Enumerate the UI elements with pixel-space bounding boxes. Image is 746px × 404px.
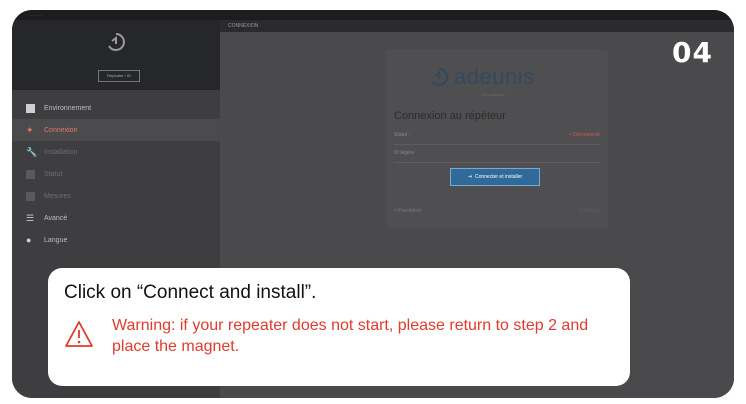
sidebar-item-environnement[interactable]: Environnement: [12, 97, 220, 119]
sidebar-nav: Environnement ✦ Connexion 🔧 Installation…: [12, 97, 220, 251]
adeunis-logo-icon: [431, 67, 448, 87]
device-serial: Repeater / ID: [98, 70, 140, 82]
sidebar-item-statut[interactable]: Statut: [12, 163, 220, 185]
connect-button-label: Connecter et installer: [474, 174, 523, 180]
connection-card: adeunis IoT solutions Connexion au répét…: [386, 50, 608, 228]
sidebar-item-connexion[interactable]: ✦ Connexion: [12, 119, 220, 141]
brand-logo: adeunis: [428, 64, 535, 90]
sidebar-item-label: Avancé: [44, 214, 68, 222]
continue-link[interactable]: Continuer: [578, 208, 600, 214]
warning-text: Warning: if your repeater does not start…: [112, 317, 589, 355]
divider: [394, 144, 600, 145]
sidebar-item-label: Environnement: [44, 104, 92, 112]
divider: [394, 162, 600, 163]
environment-icon: [26, 103, 35, 113]
warning-icon: [65, 321, 93, 347]
globe-icon: ●: [26, 234, 32, 245]
sliders-icon: ☰: [26, 212, 35, 223]
connect-and-install-button[interactable]: ⇥ Connecter et installer: [450, 168, 540, 186]
status-value: × Déconnecté: [569, 132, 600, 138]
sidebar-item-label: Connexion: [44, 126, 78, 134]
sidebar-item-label: Installation: [44, 148, 78, 156]
brand-tagline: IoT solutions: [482, 92, 505, 97]
sidebar-item-label: Mesures: [44, 192, 71, 200]
wrench-icon: 🔧: [26, 146, 38, 157]
card-footer: < Précédent Continuer: [394, 208, 600, 214]
previous-link[interactable]: < Précédent: [394, 208, 421, 214]
sidebar-item-label: Statut: [44, 170, 63, 178]
instruction-callout: Click on “Connect and install”. Warning:…: [48, 268, 630, 386]
step-number: 04: [672, 36, 713, 69]
breadcrumb: CONNEXION: [220, 20, 734, 32]
login-icon: ⇥: [467, 174, 472, 180]
title-bar: ...........: [12, 10, 734, 20]
card-title: Connexion au répéteur: [394, 110, 506, 122]
sidebar-item-mesures[interactable]: Mesures: [12, 185, 220, 207]
sidebar-item-langue[interactable]: ● Langue: [12, 229, 220, 251]
sidebar-item-installation[interactable]: 🔧 Installation: [12, 141, 220, 163]
sidebar-item-label: Langue: [44, 236, 68, 244]
status-label: Statut :: [394, 132, 410, 138]
title-caption: ...........: [30, 12, 43, 17]
sidebar-item-avance[interactable]: ☰ Avancé: [12, 207, 220, 229]
logo-icon: [108, 33, 125, 51]
id-label: ID légère: [394, 150, 415, 156]
brand-name: adeunis: [454, 64, 535, 89]
status-icon: [26, 169, 35, 179]
sidebar-brand: Repeater / ID: [12, 20, 220, 90]
plug-icon: ✦: [26, 124, 34, 135]
measures-icon: [26, 191, 35, 201]
instruction-text: Click on “Connect and install”.: [64, 282, 317, 303]
